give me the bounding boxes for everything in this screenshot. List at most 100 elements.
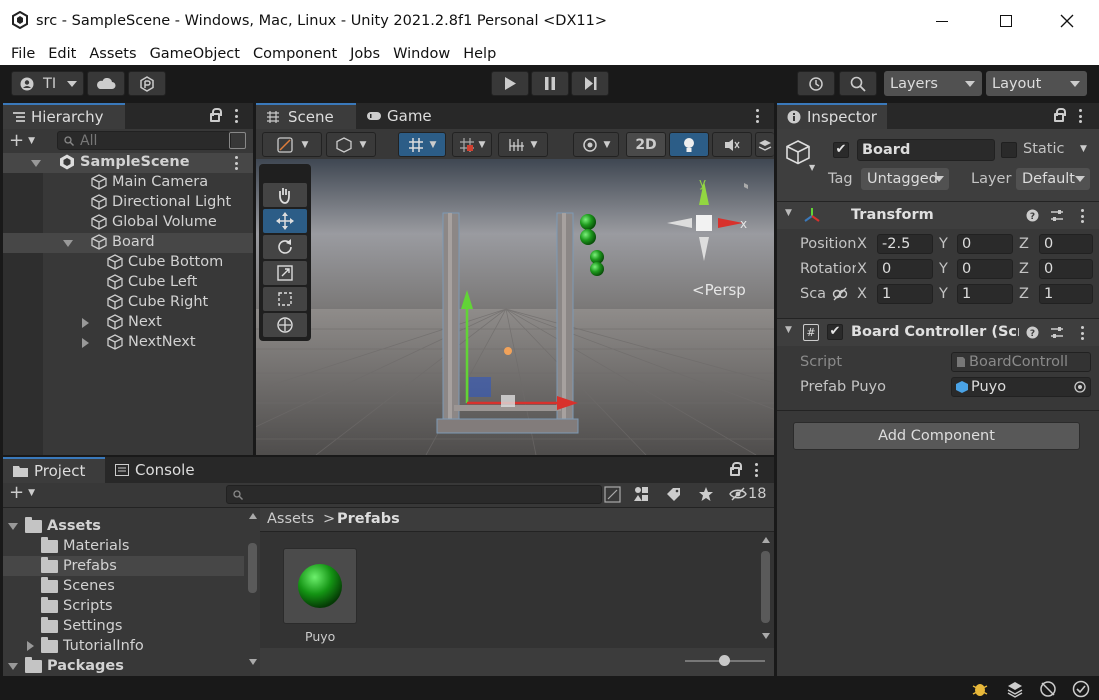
tag-dropdown[interactable]: Untagged xyxy=(861,168,949,190)
close-button[interactable] xyxy=(1044,0,1090,42)
layout-dropdown[interactable]: Layout xyxy=(986,71,1087,96)
transform-tool[interactable] xyxy=(263,313,307,337)
prefab-puyo-field[interactable]: Puyo xyxy=(951,377,1091,397)
preset-icon[interactable] xyxy=(1050,209,1064,222)
play-button[interactable] xyxy=(491,71,529,96)
hierarchy-item[interactable]: Cube Left xyxy=(3,273,253,293)
constrain-proportions-icon[interactable] xyxy=(832,287,848,305)
layer-dropdown[interactable]: Default xyxy=(1016,168,1090,190)
folder-item[interactable]: Scripts xyxy=(3,596,244,616)
label-tag-icon[interactable] xyxy=(666,487,682,501)
axis-y-label[interactable]: Y xyxy=(939,286,948,302)
hierarchy-item[interactable]: Global Volume xyxy=(3,213,253,233)
folder-item[interactable]: TutorialInfo xyxy=(3,636,244,656)
hierarchy-item[interactable]: NextNext xyxy=(3,333,253,353)
axis-x-label[interactable]: X xyxy=(857,261,867,277)
more-options-icon[interactable] xyxy=(755,109,759,123)
position-y-input[interactable]: 0 xyxy=(957,234,1013,254)
account-dropdown[interactable]: TI xyxy=(11,71,84,96)
preset-icon[interactable] xyxy=(1050,326,1064,339)
check-circle-icon[interactable] xyxy=(1072,680,1090,698)
folder-item[interactable]: Scenes xyxy=(3,576,244,596)
scene-visibility-icon[interactable] xyxy=(229,132,246,149)
hierarchy-item[interactable]: Next xyxy=(3,313,253,333)
hierarchy-item[interactable]: Cube Right xyxy=(3,293,253,313)
transform-header[interactable]: ▼ Transform ? xyxy=(777,201,1099,229)
board-controller-header[interactable]: ▼ # ✔ Board Controller (Scrip ? xyxy=(777,318,1099,346)
position-x-input[interactable]: -2.5 xyxy=(877,234,933,254)
hierarchy-item[interactable]: Directional Light xyxy=(3,193,253,213)
folder-item[interactable]: Packages xyxy=(3,656,244,676)
menu-help[interactable]: Help xyxy=(463,46,496,62)
more-options-icon[interactable] xyxy=(1078,109,1082,123)
scene-menu-icon[interactable] xyxy=(234,156,238,170)
axis-y-label[interactable]: Y xyxy=(939,261,948,277)
layers-dropdown[interactable]: Layers xyxy=(884,71,982,96)
lighting-bake-icon[interactable] xyxy=(1006,680,1024,698)
rotate-tool[interactable] xyxy=(263,235,307,259)
project-search-input[interactable] xyxy=(226,485,602,504)
search-button[interactable] xyxy=(839,71,877,96)
2d-toggle[interactable]: 2D xyxy=(626,132,666,157)
create-button[interactable]: + ▼ xyxy=(9,132,45,151)
favorite-star-icon[interactable] xyxy=(698,486,714,502)
tab-hierarchy[interactable]: Hierarchy xyxy=(3,103,125,129)
menu-assets[interactable]: Assets xyxy=(89,46,136,62)
network-off-icon[interactable] xyxy=(1039,680,1057,698)
scale-z-input[interactable]: 1 xyxy=(1039,284,1093,304)
breadcrumb-assets[interactable]: Assets xyxy=(267,511,314,527)
help-icon[interactable]: ? xyxy=(1026,326,1039,339)
tab-console[interactable]: Console xyxy=(105,457,207,483)
hierarchy-item[interactable]: Cube Bottom xyxy=(3,253,253,273)
lighting-toggle[interactable] xyxy=(669,132,709,157)
scale-x-input[interactable]: 1 xyxy=(877,284,933,304)
axis-z-label[interactable]: Z xyxy=(1019,286,1029,302)
history-button[interactable] xyxy=(797,71,835,96)
rotation-x-input[interactable]: 0 xyxy=(877,259,933,279)
more-options-icon[interactable] xyxy=(754,463,758,477)
more-options-icon[interactable] xyxy=(234,109,238,123)
lock-icon[interactable] xyxy=(730,462,742,476)
tab-game[interactable]: Game xyxy=(356,103,446,129)
filter-type-icon[interactable] xyxy=(634,486,650,502)
increment-snap-dropdown[interactable]: ▼ xyxy=(498,132,548,157)
scene-viewport[interactable]: <Persp y x xyxy=(256,159,774,455)
bug-icon[interactable] xyxy=(971,680,989,698)
menu-file[interactable]: File xyxy=(11,46,35,62)
scale-y-input[interactable]: 1 xyxy=(957,284,1013,304)
hidden-packages-toggle[interactable]: 18 xyxy=(729,486,766,502)
minimize-button[interactable] xyxy=(919,0,965,42)
active-checkbox[interactable]: ✔ xyxy=(833,142,849,158)
position-z-input[interactable]: 0 xyxy=(1039,234,1093,254)
expand-arrow-icon[interactable] xyxy=(31,160,41,167)
collab-button[interactable] xyxy=(128,71,166,96)
folder-item[interactable]: Prefabs xyxy=(3,556,244,576)
tab-inspector[interactable]: Inspector xyxy=(777,103,887,129)
lock-icon[interactable] xyxy=(1054,108,1066,122)
static-checkbox[interactable] xyxy=(1001,142,1017,158)
hierarchy-item[interactable]: Board xyxy=(3,233,253,253)
component-menu-icon[interactable] xyxy=(1080,326,1084,340)
folder-item[interactable]: Settings xyxy=(3,616,244,636)
rotation-z-input[interactable]: 0 xyxy=(1039,259,1093,279)
menu-edit[interactable]: Edit xyxy=(48,46,76,62)
search-by-type-icon[interactable] xyxy=(604,486,621,503)
axis-z-label[interactable]: Z xyxy=(1019,261,1029,277)
collapse-arrow-icon[interactable] xyxy=(82,338,89,348)
enabled-checkbox[interactable]: ✔ xyxy=(827,324,843,340)
tab-scene[interactable]: Scene xyxy=(256,103,356,129)
static-dropdown[interactable]: ▼ xyxy=(1080,144,1087,154)
effects-dropdown[interactable]: ▼ xyxy=(573,132,619,157)
add-component-button[interactable]: Add Component xyxy=(793,422,1080,450)
zoom-slider-thumb[interactable] xyxy=(719,655,730,666)
scale-tool[interactable] xyxy=(263,261,307,285)
persp-label[interactable]: <Persp xyxy=(692,281,746,299)
maximize-button[interactable] xyxy=(983,0,1029,42)
axis-z-label[interactable]: Z xyxy=(1019,236,1029,252)
hierarchy-search-input[interactable]: All xyxy=(57,131,231,150)
folder-item[interactable]: Materials xyxy=(3,536,244,556)
draw-mode-dropdown[interactable]: ▼ xyxy=(262,132,322,157)
move-tool[interactable] xyxy=(263,209,307,233)
axis-x-label[interactable]: X xyxy=(857,236,867,252)
content-scrollbar[interactable] xyxy=(759,533,773,645)
